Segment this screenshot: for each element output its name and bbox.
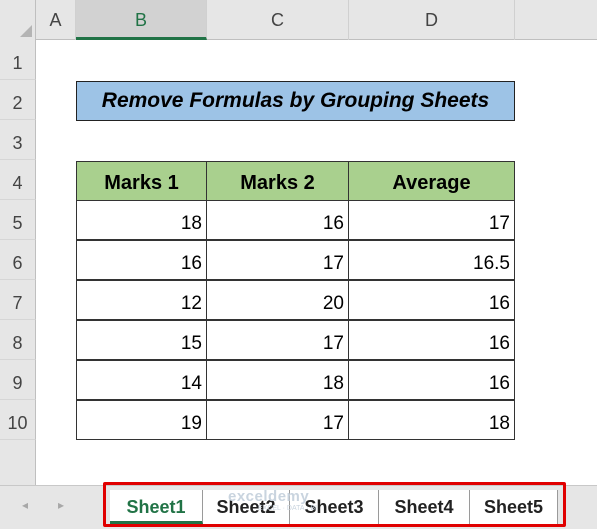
table-cell[interactable]: 19 <box>76 400 207 440</box>
table-cell[interactable]: 16 <box>348 360 515 400</box>
sheet-tabs-highlight-box <box>103 482 566 527</box>
table-header-average[interactable]: Average <box>348 161 515 201</box>
column-header-d[interactable]: D <box>349 0 515 40</box>
table-cell[interactable]: 18 <box>348 400 515 440</box>
row-header-filler <box>0 440 36 485</box>
select-all-triangle-icon <box>20 25 32 37</box>
table-cell[interactable]: 12 <box>76 280 207 320</box>
row-header-8[interactable]: 8 <box>0 320 36 360</box>
table-cell[interactable]: 17 <box>206 240 349 280</box>
table-cell[interactable]: 16 <box>206 200 349 240</box>
row-header-4[interactable]: 4 <box>0 160 36 200</box>
table-header-marks2[interactable]: Marks 2 <box>206 161 349 201</box>
row-header-5[interactable]: 5 <box>0 200 36 240</box>
scroll-tabs-right-icon[interactable]: ▸ <box>58 498 64 512</box>
table-cell[interactable]: 16.5 <box>348 240 515 280</box>
table-cell[interactable]: 15 <box>76 320 207 360</box>
column-header-c[interactable]: C <box>207 0 349 40</box>
table-cell[interactable]: 16 <box>348 280 515 320</box>
row-header-2[interactable]: 2 <box>0 80 36 120</box>
table-cell[interactable]: 17 <box>206 320 349 360</box>
table-cell[interactable]: 14 <box>76 360 207 400</box>
select-all-corner[interactable] <box>0 0 36 40</box>
row-header-1[interactable]: 1 <box>0 40 36 80</box>
table-cell[interactable]: 20 <box>206 280 349 320</box>
table-cell[interactable]: 18 <box>206 360 349 400</box>
row-header-6[interactable]: 6 <box>0 240 36 280</box>
table-cell[interactable]: 16 <box>348 320 515 360</box>
table-header-marks1[interactable]: Marks 1 <box>76 161 207 201</box>
table-cell[interactable]: 16 <box>76 240 207 280</box>
title-cell[interactable]: Remove Formulas by Grouping Sheets <box>76 81 515 121</box>
row-header-10[interactable]: 10 <box>0 400 36 440</box>
row-header-3[interactable]: 3 <box>0 120 36 160</box>
row-header-9[interactable]: 9 <box>0 360 36 400</box>
column-header-bar: A B C D <box>0 0 597 40</box>
column-header-b[interactable]: B <box>76 0 207 40</box>
column-header-a[interactable]: A <box>36 0 76 40</box>
scroll-tabs-left-icon[interactable]: ◂ <box>22 498 28 512</box>
table-cell[interactable]: 17 <box>206 400 349 440</box>
table-cell[interactable]: 18 <box>76 200 207 240</box>
row-header-7[interactable]: 7 <box>0 280 36 320</box>
table-cell[interactable]: 17 <box>348 200 515 240</box>
